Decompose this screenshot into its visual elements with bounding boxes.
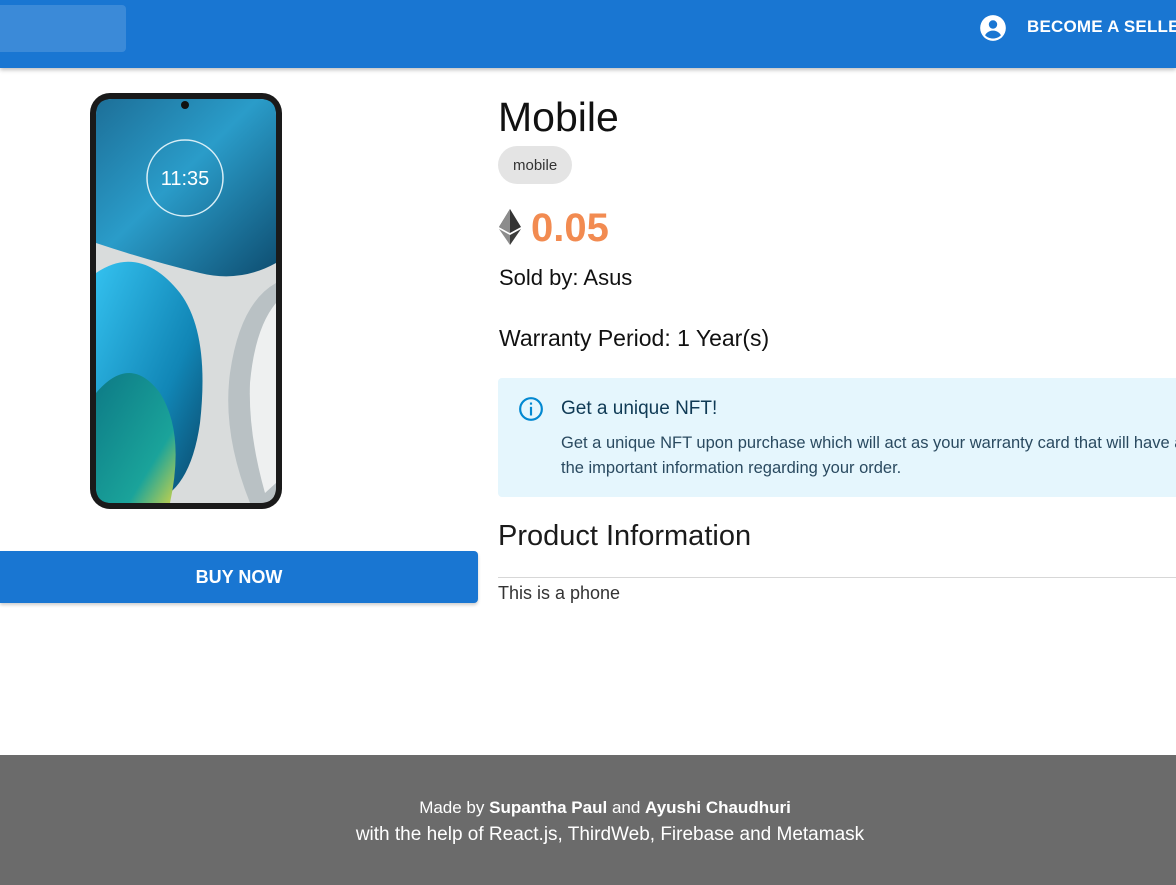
product-information-heading: Product Information [498, 520, 752, 552]
alert-title: Get a unique NFT! [561, 398, 718, 419]
phone-clock-text: 11:35 [161, 168, 210, 190]
warranty-text: Warranty Period: 1 Year(s) [499, 325, 770, 351]
product-description: This is a phone [498, 583, 621, 603]
search-box[interactable] [0, 5, 126, 52]
footer-made-by: Made by [419, 798, 485, 817]
footer: Made by Supantha Paul and Ayushi Chaudhu… [0, 755, 1176, 885]
nft-info-alert: Get a unique NFT! Get a unique NFT upon … [498, 378, 1176, 497]
category-chip[interactable]: mobile [498, 146, 573, 184]
footer-tech-stack: with the help of React.js, ThirdWeb, Fir… [355, 824, 865, 845]
footer-author-2: Ayushi Chaudhuri [645, 798, 791, 817]
footer-and: and [611, 798, 641, 817]
info-icon [519, 397, 543, 421]
ethereum-icon [499, 209, 521, 245]
product-image: 11:35 [90, 93, 282, 509]
account-circle-icon[interactable] [979, 14, 1007, 42]
become-seller-button[interactable]: BECOME A SELLER [1027, 17, 1176, 37]
footer-credits: Made by Supantha Paul and Ayushi Chaudhu… [0, 798, 1176, 818]
alert-text: Get a unique NFT upon purchase which wil… [561, 434, 1176, 477]
product-title: Mobile [498, 94, 619, 140]
product-price: 0.05 [531, 206, 609, 250]
sold-by-text: Sold by: Asus [499, 265, 633, 290]
buy-now-button[interactable]: BUY NOW [0, 551, 478, 603]
app-bar: BECOME A SELLER [0, 0, 1176, 68]
divider [498, 577, 1176, 578]
footer-author-1: Supantha Paul [489, 798, 608, 817]
